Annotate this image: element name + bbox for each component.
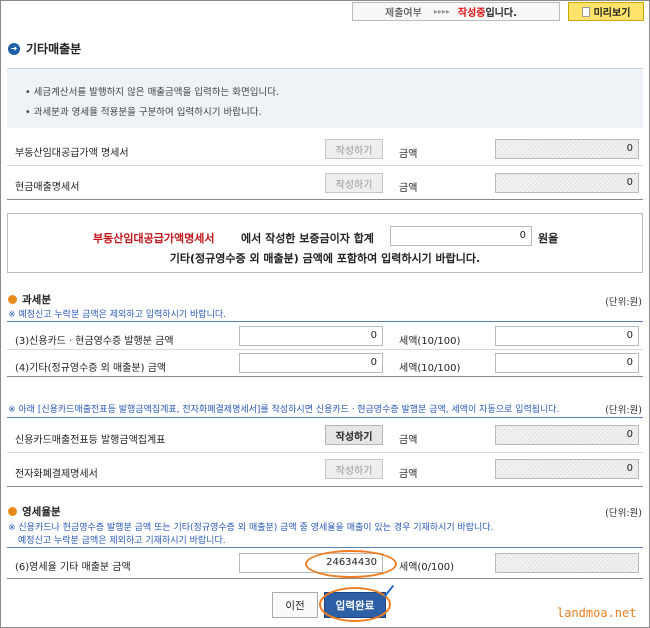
notice-mid-text: 에서 작성한 보증금이자 합계: [241, 232, 374, 245]
preview-label: 미리보기: [593, 8, 631, 19]
write-card-summary-button[interactable]: 작성하기: [325, 425, 383, 445]
preview-button[interactable]: 미리보기: [568, 2, 644, 21]
doc-label: 부동산임대공급가액 명세서: [15, 148, 129, 159]
document-icon: [581, 6, 590, 17]
row-label: 신용카드매출전표등 발행금액집계표: [15, 435, 166, 446]
amount-label: 금액: [399, 183, 418, 194]
zero-rate-heading: 영세율분: [8, 504, 61, 519]
amount-label: 금액: [399, 149, 418, 160]
zero-rate-title: 영세율분: [22, 506, 61, 518]
arrow-right-circle-icon: ➜: [8, 42, 20, 55]
card-unit: (단위:원): [605, 405, 642, 416]
info-text-1: 세금계산서를 발행하지 않은 매출금액을 입력하는 화면입니다.: [33, 87, 279, 98]
section-divider: [7, 547, 643, 548]
status-value: 작성중입니다.: [458, 4, 517, 19]
emoney-amount-field: 0: [495, 459, 639, 479]
row-label: (6)영세율 기타 매출분 금액: [15, 562, 131, 573]
card-summary-amount-field: 0: [495, 425, 639, 445]
write-cash-button[interactable]: 작성하기: [325, 173, 383, 193]
doc-row-rental: 부동산임대공급가액 명세서 작성하기 금액 0: [7, 132, 643, 166]
zero-rate-tax-field: [495, 553, 639, 573]
taxable-note: ※ 예정신고 누락분 금액은 제외하고 입력하시기 바랍니다.: [8, 310, 227, 320]
zero-rate-unit: (단위:원): [605, 508, 642, 519]
page-title: 기타매출분: [26, 42, 82, 56]
bullet-icon: [8, 295, 17, 304]
cash-amount-field: 0: [495, 173, 639, 193]
notice-line-2: 기타(정규영수증 외 매출분) 금액에 포함하여 입력하시기 바랍니다.: [169, 252, 481, 265]
section-heading: ➜ 기타매출분: [8, 40, 81, 57]
taxable-row-card: (3)신용카드ㆍ현금영수증 발행분 금액 0 세액(10/100) 0: [7, 323, 643, 350]
deposit-interest-notice: 부동산임대공급가액명세서 에서 작성한 보증금이자 합계 0 원을 기타(정규영…: [7, 213, 643, 273]
card-auto-note: ※ 아래 [신용카드매출전표등 발행금액집계표, 전자화폐결제명세서]를 작성하…: [8, 405, 560, 415]
status-arrows-icon: ▸▸▸▸: [433, 7, 450, 16]
card-receipt-amount-input[interactable]: 0: [239, 326, 383, 346]
prev-button[interactable]: 이전: [272, 592, 318, 618]
notice-red-text: 부동산임대공급가액명세서: [93, 232, 215, 245]
write-rental-button[interactable]: 작성하기: [325, 139, 383, 159]
other-sales-tax-input[interactable]: 0: [495, 353, 639, 373]
status-value-suffix: 입니다.: [485, 8, 517, 19]
highlight-oval: [319, 587, 391, 622]
amount-label: 금액: [399, 435, 418, 446]
info-line-1: • 세금계산서를 발행하지 않은 매출금액을 입력하는 화면입니다.: [25, 87, 279, 98]
amount-label: 금액: [399, 469, 418, 480]
highlight-oval: [305, 550, 397, 578]
doc-label: 현금매출명세서: [15, 182, 80, 193]
card-row-emoney: 전자화폐결제명세서 작성하기 금액 0: [7, 453, 643, 487]
top-status-bar: 제출여부 ▸▸▸▸ 작성중입니다. 미리보기: [0, 0, 650, 24]
notice-end-text: 원을: [538, 232, 559, 245]
status-label: 제출여부: [385, 8, 422, 19]
info-box: • 세금계산서를 발행하지 않은 매출금액을 입력하는 화면입니다. • 과세분…: [7, 68, 643, 128]
card-receipt-tax-input[interactable]: 0: [495, 326, 639, 346]
taxable-heading: 과세분: [8, 292, 51, 307]
taxable-unit: (단위:원): [605, 297, 642, 308]
row-label: (4)기타(정규영수증 외 매출분) 금액: [15, 363, 167, 374]
info-text-2: 과세분과 영세율 적용분을 구분하여 입력하시기 바랍니다.: [33, 107, 262, 118]
write-emoney-button[interactable]: 작성하기: [325, 459, 383, 479]
status-value-highlight: 작성중: [457, 8, 486, 19]
zero-rate-note-1: ※ 신용카드나 현금영수증 발행분 금액 또는 기타(정규영수증 외 매출분) …: [8, 523, 494, 533]
section-divider: [7, 417, 643, 418]
taxable-row-other: (4)기타(정규영수증 외 매출분) 금액 0 세액(10/100) 0: [7, 350, 643, 377]
other-sales-amount-input[interactable]: 0: [239, 353, 383, 373]
row-label: 전자화폐결제명세서: [15, 469, 98, 480]
zero-rate-note-2: 예정신고 누락분 금액은 제외하고 기재하시기 바랍니다.: [18, 536, 226, 546]
info-line-2: • 과세분과 영세율 적용분을 구분하여 입력하시기 바랍니다.: [25, 107, 262, 118]
card-row-summary: 신용카드매출전표등 발행금액집계표 작성하기 금액 0: [7, 419, 643, 453]
taxable-title: 과세분: [22, 294, 51, 306]
rental-amount-field: 0: [495, 139, 639, 159]
watermark: landmoa.net: [557, 606, 637, 620]
deposit-interest-field: 0: [390, 226, 532, 246]
tax-label: 세액(10/100): [399, 363, 461, 374]
doc-row-cash: 현금매출명세서 작성하기 금액 0: [7, 166, 643, 200]
tax-label: 세액(10/100): [399, 336, 461, 347]
row-label: (3)신용카드ㆍ현금영수증 발행분 금액: [15, 336, 174, 347]
section-divider: [7, 321, 643, 322]
bullet-icon: [8, 507, 17, 516]
submission-status: 제출여부 ▸▸▸▸ 작성중입니다.: [352, 2, 560, 21]
tax-label: 세액(0/100): [399, 562, 455, 573]
